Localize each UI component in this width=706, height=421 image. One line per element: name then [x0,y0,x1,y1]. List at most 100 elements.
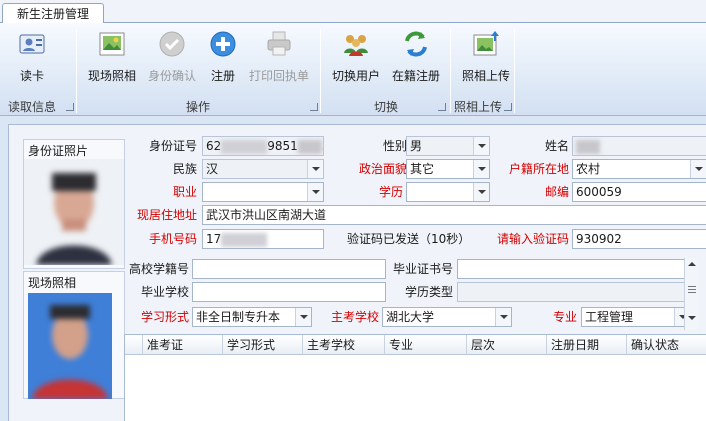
group-separator [76,29,77,113]
grid-col-study-form[interactable]: 学习形式 [223,335,303,355]
edu-type-label: 学历类型 [404,285,453,299]
address-field[interactable]: 武汉市洪山区南湖大道 [202,205,706,225]
scroll-arrows-icon [688,262,696,320]
register-button[interactable]: 注册 [206,29,240,91]
group-label-read-info: 读取信息 [7,100,56,114]
print-receipt-label: 打印回执单 [248,69,309,83]
grid-col-register-date[interactable]: 注册日期 [547,335,627,355]
photo-upload-button[interactable]: 照相上传 [460,29,512,91]
education-select[interactable] [406,182,490,202]
id-number-field[interactable]: 62985131 [202,136,324,156]
grid-col-confirm-status[interactable]: 确认状态 [627,335,706,355]
ethnicity-select[interactable]: 汉 [202,159,324,179]
school-reg-no-label: 高校学籍号 [128,262,189,276]
chevron-down-icon[interactable] [307,183,323,201]
sms-status-text: 验证码已发送（10秒） [347,232,471,246]
chevron-down-icon[interactable] [295,308,311,326]
chevron-down-icon[interactable] [495,308,511,326]
hukou-select[interactable]: 农村 [572,159,706,179]
occupation-select[interactable] [202,182,324,202]
users-icon [344,35,368,56]
chevron-down-icon[interactable] [690,160,706,178]
check-circle-icon [159,31,185,57]
grid-col-level[interactable]: 层次 [467,335,547,355]
occupation-label: 职业 [172,185,197,199]
photo-capture-button[interactable]: 现场照相 [86,29,138,91]
address-label: 现居住地址 [136,208,197,222]
id-photo-box: 身份证照片 [23,139,125,269]
group-separator [320,29,321,113]
name-label: 姓名 [544,139,569,153]
chevron-down-icon[interactable] [473,160,489,178]
switch-user-label: 切换用户 [331,69,380,83]
hukou-label: 户籍所在地 [508,162,569,176]
main-school-label: 主考学校 [330,310,379,324]
group-separator [514,29,515,113]
cert-no-field[interactable] [457,259,691,279]
education-label: 学历 [378,185,403,199]
group-label-operations: 操作 [185,100,210,114]
political-status-label: 政治面貌 [358,162,407,176]
grad-school-field[interactable] [192,282,386,302]
major-label: 专业 [552,310,577,324]
grid-col-exam-no[interactable]: 准考证 [143,335,223,355]
postcode-field[interactable]: 600059 [572,182,706,202]
name-field[interactable] [572,136,706,156]
gender-label: 性别 [382,139,407,153]
refresh-icon [405,31,427,57]
read-card-button[interactable]: 读卡 [10,29,54,91]
live-photo-box: 现场照相 [23,271,125,399]
postcode-label: 邮编 [544,185,569,199]
major-select[interactable]: 工程管理 [581,307,691,327]
group-launcher-operations[interactable] [310,103,318,111]
group-launcher-read-info[interactable] [66,103,74,111]
group-launcher-photo-upload[interactable] [504,103,512,111]
grid-header: 准考证 学习形式 主考学校 专业 层次 注册日期 确认状态 [125,335,706,355]
grad-school-label: 毕业学校 [140,285,189,299]
grid-col-major[interactable]: 专业 [385,335,467,355]
grid-col-main-school[interactable]: 主考学校 [303,335,385,355]
chevron-down-icon[interactable] [473,137,489,155]
id-photo-label: 身份证照片 [28,144,89,158]
printer-icon [267,31,291,56]
phone-field[interactable]: 17 [202,229,324,249]
main-school-select[interactable]: 湖北大学 [382,307,512,327]
study-form-select[interactable]: 非全日制专升本 [192,307,312,327]
ethnicity-label: 民族 [172,162,197,176]
print-receipt-button[interactable]: 打印回执单 [248,29,310,91]
verify-code-field[interactable]: 930902 [572,229,706,249]
chevron-down-icon[interactable] [307,160,323,178]
tab-strip: 新生注册管理 [0,0,706,24]
id-card-reader-icon [19,34,45,54]
group-separator [450,29,451,113]
photo-upload-label: 照相上传 [461,69,510,83]
id-photo-image [24,159,124,265]
group-label-switch: 切换 [373,100,398,114]
registration-panel: 身份证照片 现场照相 身份证号 62985131 性别 男 [8,124,706,421]
gender-select[interactable]: 男 [406,136,490,156]
photo-capture-icon [99,32,125,56]
identity-confirm-button[interactable]: 身份确认 [146,29,198,91]
switch-user-button[interactable]: 切换用户 [330,29,382,91]
school-reg-no-field[interactable] [192,259,386,279]
ribbon: 读卡 读取信息 现场照相 身份确认 注册 打印回执单 操作 切换用户 在籍注册 … [0,23,706,116]
verify-code-label: 请输入验证码 [496,232,569,246]
chevron-down-icon[interactable] [473,183,489,201]
id-number-label: 身份证号 [148,139,197,153]
identity-confirm-label: 身份确认 [147,69,196,83]
group-label-photo-upload: 照相上传 [453,100,502,114]
cert-no-label: 毕业证书号 [392,262,453,276]
edu-type-field[interactable] [457,282,691,302]
read-card-label: 读卡 [19,69,44,83]
phone-label: 手机号码 [148,232,197,246]
registration-grid: 准考证 学习形式 主考学校 专业 层次 注册日期 确认状态 [124,334,706,421]
enrolled-register-button[interactable]: 在籍注册 [390,29,442,91]
political-status-select[interactable]: 其它 [406,159,490,179]
photo-upload-icon [473,31,499,56]
vertical-scrollbar[interactable] [684,258,698,330]
grid-row-indicator-header [125,335,143,355]
study-form-label: 学习形式 [140,310,189,324]
live-photo-label: 现场照相 [28,276,77,290]
tab-new-student-registration[interactable]: 新生注册管理 [2,3,104,24]
group-launcher-switch[interactable] [438,103,446,111]
